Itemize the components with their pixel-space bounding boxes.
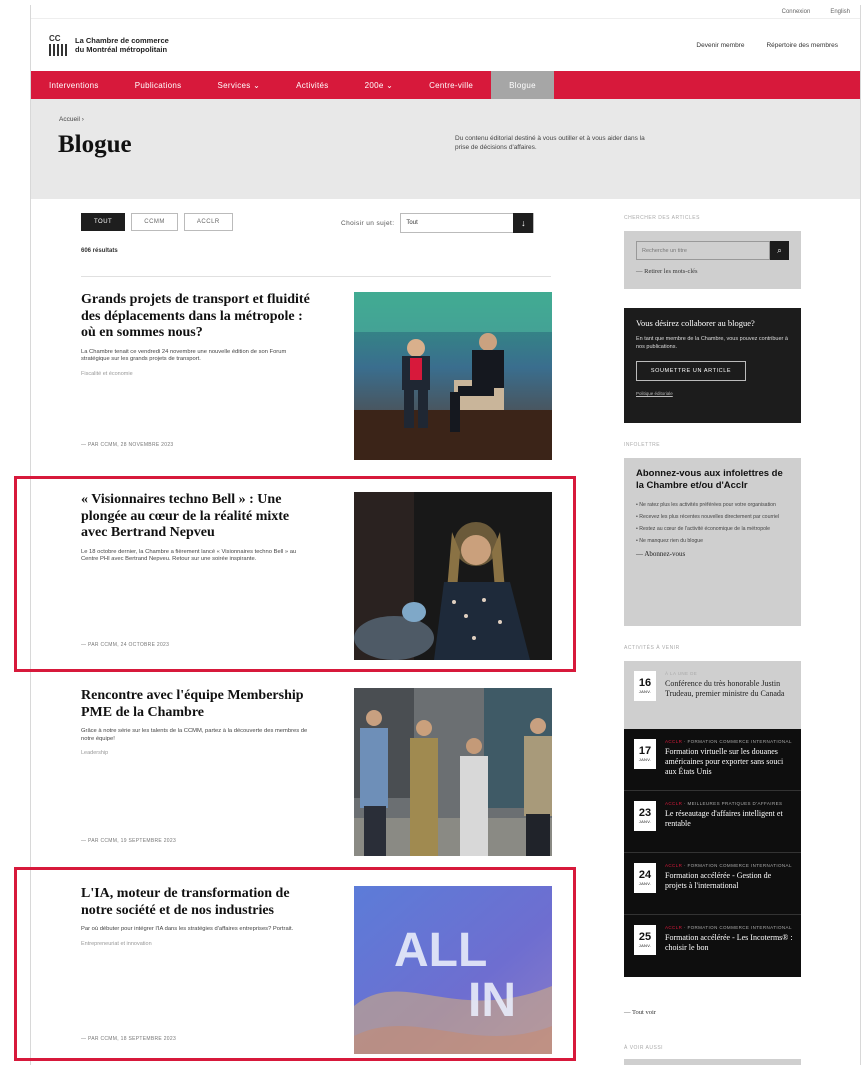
member-directory-link[interactable]: Répertoire des membres	[766, 42, 838, 49]
event-item[interactable]: 25 JANV. ACCLR · FORMATION COMMERCE INTE…	[624, 915, 801, 977]
event-date: 17 JANV.	[634, 739, 656, 769]
logo-cc: CC	[49, 34, 61, 43]
article-search-input[interactable]: Recherche un titre	[636, 241, 770, 260]
search-icon[interactable]: ⌕	[770, 241, 789, 260]
subscribe-link[interactable]: Abonnez-vous	[636, 550, 789, 558]
filter-ccmm-button[interactable]: CCMM	[131, 213, 178, 231]
newsletter-title: Abonnez-vous aux infolettres de la Chamb…	[636, 468, 783, 491]
nav-200e[interactable]: 200e ⌄	[347, 71, 412, 99]
article-tag[interactable]: Leadership	[81, 750, 311, 756]
event-title[interactable]: Formation accélérée - Les Incoterms® : c…	[665, 933, 793, 953]
article-card[interactable]: Rencontre avec l'équipe Membership PME d…	[81, 688, 552, 856]
divider	[81, 276, 551, 277]
event-item[interactable]: 23 JANV. ACCLR · MEILLEURES PRATIQUES D'…	[624, 791, 801, 853]
become-member-link[interactable]: Devenir membre	[696, 42, 744, 49]
list-item: • Restez au cœur de l'activité économiqu…	[636, 526, 771, 532]
nav-blogue[interactable]: Blogue	[491, 71, 554, 99]
events-label: ACTIVITÉS À VENIR	[624, 645, 680, 651]
logo-line-2: du Montréal métropolitain	[75, 45, 168, 54]
newsletter-label: INFOLETTRE	[624, 442, 661, 448]
nav-activites[interactable]: Activités	[278, 71, 347, 99]
collaborate-text: En tant que membre de la Chambre, vous p…	[636, 336, 788, 350]
article-image[interactable]	[354, 292, 552, 460]
newsletter-benefits: • Ne ratez plus les activités préférées …	[636, 502, 789, 545]
topic-label: Choisir un sujet:	[341, 219, 395, 227]
events-more: Tout voir	[624, 1009, 801, 1016]
see-also-label: À VOIR AUSSI	[624, 1045, 664, 1051]
logo-text: La Chambre de commerce du Montréal métro…	[75, 36, 169, 54]
event-item[interactable]: 16 JANV. À LA UNE DE Conférence du très …	[624, 661, 801, 729]
article-card[interactable]: Grands projets de transport et fluidité …	[81, 292, 552, 460]
columns-logo-icon: CC	[49, 34, 69, 56]
sidebar-search-box: Recherche un titre ⌕ Retirer les mots-cl…	[624, 231, 801, 289]
nav-services[interactable]: Services ⌄	[199, 71, 278, 99]
topic-select[interactable]: Tout ↓	[400, 213, 535, 233]
list-item: • Recevez les plus récentes nouvelles di…	[636, 514, 780, 520]
article-image[interactable]	[354, 688, 552, 856]
event-date: 25 JANV.	[634, 925, 656, 955]
see-also-box	[624, 1059, 801, 1065]
collaborate-title: Vous désirez collaborer au blogue?	[636, 318, 755, 328]
event-title[interactable]: Conférence du très honorable Justin Trud…	[665, 679, 793, 699]
results-count: 606 résultats	[81, 248, 118, 254]
article-excerpt: La Chambre tenait ce vendredi 24 novembr…	[81, 348, 287, 363]
nav-publications[interactable]: Publications	[117, 71, 200, 99]
header-links: Devenir membre Répertoire des membres	[696, 42, 838, 49]
reset-keywords-link[interactable]: Retirer les mots-clés	[636, 268, 789, 275]
event-date: 16 JANV.	[634, 671, 656, 701]
newsletter-box: Abonnez-vous aux infolettres de la Chamb…	[624, 458, 801, 626]
nav-centre-ville[interactable]: Centre-ville	[411, 71, 491, 99]
event-category: ACCLR · FORMATION COMMERCE INTERNATIONAL	[665, 739, 792, 744]
topic-value: Tout	[406, 220, 418, 226]
event-category: ACCLR · MEILLEURES PRATIQUES D'AFFAIRES	[665, 801, 783, 806]
event-category: À LA UNE DE	[665, 671, 698, 676]
event-title[interactable]: Le réseautage d'affaires intelligent et …	[665, 809, 793, 829]
article-excerpt: Grâce à notre série sur les talents de l…	[81, 728, 308, 742]
filter-acclr-button[interactable]: ACCLR	[183, 213, 233, 231]
arrow-down-icon[interactable]: ↓	[513, 213, 534, 233]
highlight-box	[14, 476, 576, 672]
event-title[interactable]: Formation virtuelle sur les douanes amér…	[665, 747, 793, 777]
article-tag[interactable]: Fiscalité et économie	[81, 371, 311, 377]
site-logo[interactable]: CC La Chambre de commerce du Montréal mé…	[49, 34, 169, 56]
sidebar-search-label: CHERCHER DES ARTICLES	[624, 215, 700, 221]
article-byline: — PAR CCMM, 28 NOVEMBRE 2023	[81, 442, 174, 448]
see-all-events-link[interactable]: Tout voir	[624, 1009, 801, 1016]
editorial-policy-link[interactable]: Politique éditoriale	[636, 391, 789, 396]
event-date: 24 JANV.	[634, 863, 656, 893]
highlight-box	[14, 867, 576, 1061]
source-filters: TOUT CCMM ACCLR	[81, 213, 233, 231]
language-link[interactable]: English	[828, 9, 852, 15]
filter-all-button[interactable]: TOUT	[81, 213, 126, 231]
main-nav: Interventions Publications Services ⌄ Ac…	[31, 71, 860, 99]
list-item: • Ne ratez plus les activités préférées …	[636, 502, 776, 508]
event-date: 23 JANV.	[634, 801, 656, 831]
collaborate-box: Vous désirez collaborer au blogue? En ta…	[624, 308, 801, 423]
article-title[interactable]: Grands projets de transport et fluidité …	[81, 292, 311, 342]
breadcrumb[interactable]: Accueil ›	[59, 116, 84, 123]
page-header: Accueil › Blogue Du contenu éditorial de…	[31, 99, 860, 199]
logo-line-1: La Chambre de commerce	[75, 36, 169, 45]
events-list: 16 JANV. À LA UNE DE Conférence du très …	[624, 661, 801, 977]
page-description: Du contenu éditorial destiné à vous outi…	[455, 135, 645, 151]
site-header: CC La Chambre de commerce du Montréal mé…	[31, 19, 860, 71]
nav-interventions[interactable]: Interventions	[49, 71, 117, 99]
topic-filter: Choisir un sujet: Tout ↓	[341, 213, 535, 233]
list-item: • Ne manquez rien du blogue	[636, 538, 703, 544]
event-item[interactable]: 24 JANV. ACCLR · FORMATION COMMERCE INTE…	[624, 853, 801, 915]
event-category: ACCLR · FORMATION COMMERCE INTERNATIONAL	[665, 863, 792, 868]
event-item[interactable]: 17 JANV. ACCLR · FORMATION COMMERCE INTE…	[624, 729, 801, 791]
article-title[interactable]: Rencontre avec l'équipe Membership PME d…	[81, 688, 311, 721]
event-title[interactable]: Formation accélérée - Gestion de projets…	[665, 871, 793, 891]
article-byline: — PAR CCMM, 19 SEPTEMBRE 2023	[81, 838, 177, 844]
submit-article-button[interactable]: SOUMETTRE UN ARTICLE	[636, 361, 746, 381]
login-link[interactable]: Connexion	[780, 9, 813, 15]
page-title: Blogue	[58, 131, 132, 158]
utility-bar: Connexion English	[31, 5, 860, 19]
event-category: ACCLR · FORMATION COMMERCE INTERNATIONAL	[665, 925, 792, 930]
